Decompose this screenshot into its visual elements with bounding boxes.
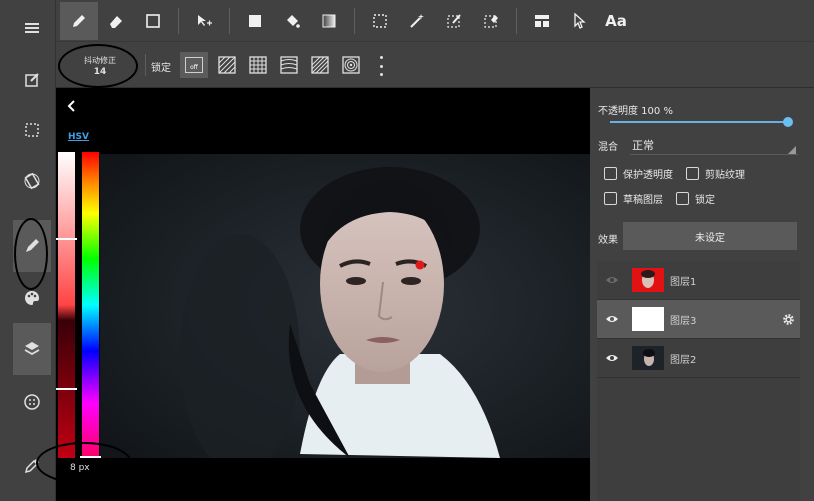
pen-tool-icon[interactable] (60, 2, 98, 40)
more-options-icon[interactable] (374, 56, 388, 76)
highlight-ellipse-size (36, 442, 132, 484)
text-tool-icon[interactable]: Aa (597, 2, 635, 40)
text-tool-label: Aa (605, 12, 627, 30)
layer-name-2: 图层2 (670, 354, 697, 366)
value-marker-lower[interactable] (56, 388, 77, 390)
visibility-eye-icon[interactable] (597, 353, 627, 363)
lock-label: 锁定 (151, 63, 171, 74)
highlight-ellipse-stabilizer (58, 44, 138, 88)
layout-tool-icon[interactable] (523, 2, 561, 40)
layer-name-3: 图层3 (670, 315, 697, 327)
layer-thumbnail-1 (632, 268, 664, 292)
protect-alpha-label: 保护透明度 (623, 170, 673, 181)
canvas-image (100, 154, 590, 458)
opacity-slider-thumb[interactable] (783, 117, 793, 127)
lock-layer-label: 锁定 (695, 195, 715, 206)
opacity-slider-track[interactable] (610, 121, 788, 123)
hatch-grid-icon[interactable] (244, 52, 272, 78)
clip-checkbox[interactable]: 剪贴纹理 (686, 166, 745, 181)
blend-label: 混合 (598, 142, 618, 153)
rect-select-tool-icon[interactable] (361, 2, 399, 40)
color-value-bar[interactable] (58, 152, 75, 458)
lock-layer-checkbox[interactable]: 锁定 (676, 191, 715, 206)
layer-name-1: 图层1 (670, 276, 697, 288)
bucket-tool-icon[interactable] (273, 2, 311, 40)
hatch-perspective-icon[interactable] (306, 52, 334, 78)
layer-row-3[interactable]: 图层3 (597, 300, 800, 338)
select-pen-tool-icon[interactable] (435, 2, 473, 40)
hatch-diagonal-icon[interactable] (213, 52, 241, 78)
blend-mode-select[interactable]: 正常 (632, 137, 654, 153)
layers-icon[interactable] (13, 323, 51, 375)
move-tool-icon[interactable] (185, 2, 223, 40)
sub-toolbar: 抖动修正 14 锁定 off (56, 42, 814, 88)
pointer-tool-icon[interactable] (560, 2, 598, 40)
layer-panel: 不透明度 100 % 混合 正常 保护透明度 剪贴纹理 草稿图层 锁定 效果 未… (590, 88, 814, 501)
layer-list: 图层1 图层3 图层2 (597, 261, 800, 501)
lock-off-label: off (185, 57, 203, 73)
hue-bar[interactable] (82, 152, 99, 458)
effect-label: 效果 (598, 235, 618, 246)
fill-rect-tool-icon[interactable] (236, 2, 274, 40)
protect-alpha-checkbox[interactable]: 保护透明度 (604, 166, 673, 181)
visibility-eye-icon[interactable] (597, 314, 627, 324)
canvas-area[interactable]: HSV 8 px (56, 88, 590, 501)
hatch-concentric-icon[interactable] (337, 52, 365, 78)
menu-icon[interactable] (13, 2, 51, 54)
layer-thumbnail-3 (632, 307, 664, 331)
value-marker[interactable] (56, 238, 77, 240)
hatch-curve-icon[interactable] (275, 52, 303, 78)
gradient-tool-icon[interactable] (310, 2, 348, 40)
clip-label: 剪贴纹理 (705, 170, 745, 181)
draft-layer-checkbox[interactable]: 草稿图层 (604, 191, 663, 206)
rotate-canvas-icon[interactable] (13, 155, 51, 207)
top-toolbar: Aa (56, 0, 814, 42)
opacity-label: 不透明度 100 % (598, 106, 673, 117)
material-icon[interactable] (13, 376, 51, 428)
effect-button[interactable]: 未设定 (623, 222, 797, 250)
edit-canvas-icon[interactable] (13, 54, 51, 106)
magic-wand-tool-icon[interactable] (398, 2, 436, 40)
highlight-ellipse-brush (14, 218, 48, 290)
visibility-eye-icon[interactable] (597, 275, 627, 285)
select-eraser-tool-icon[interactable] (472, 2, 510, 40)
color-mode-label[interactable]: HSV (68, 132, 89, 142)
chevron-left-icon[interactable] (64, 98, 80, 114)
draft-layer-label: 草稿图层 (623, 195, 663, 206)
shape-tool-icon[interactable] (134, 2, 172, 40)
layer-row-2[interactable]: 图层2 (597, 339, 800, 377)
layer-thumbnail-2 (632, 346, 664, 370)
dropdown-arrow-icon[interactable] (788, 146, 796, 154)
selection-icon[interactable] (13, 104, 51, 156)
eraser-tool-icon[interactable] (97, 2, 135, 40)
layer-row-1[interactable]: 图层1 (597, 261, 800, 299)
gear-icon[interactable] (776, 313, 800, 326)
lock-off-button[interactable]: off (180, 52, 208, 78)
